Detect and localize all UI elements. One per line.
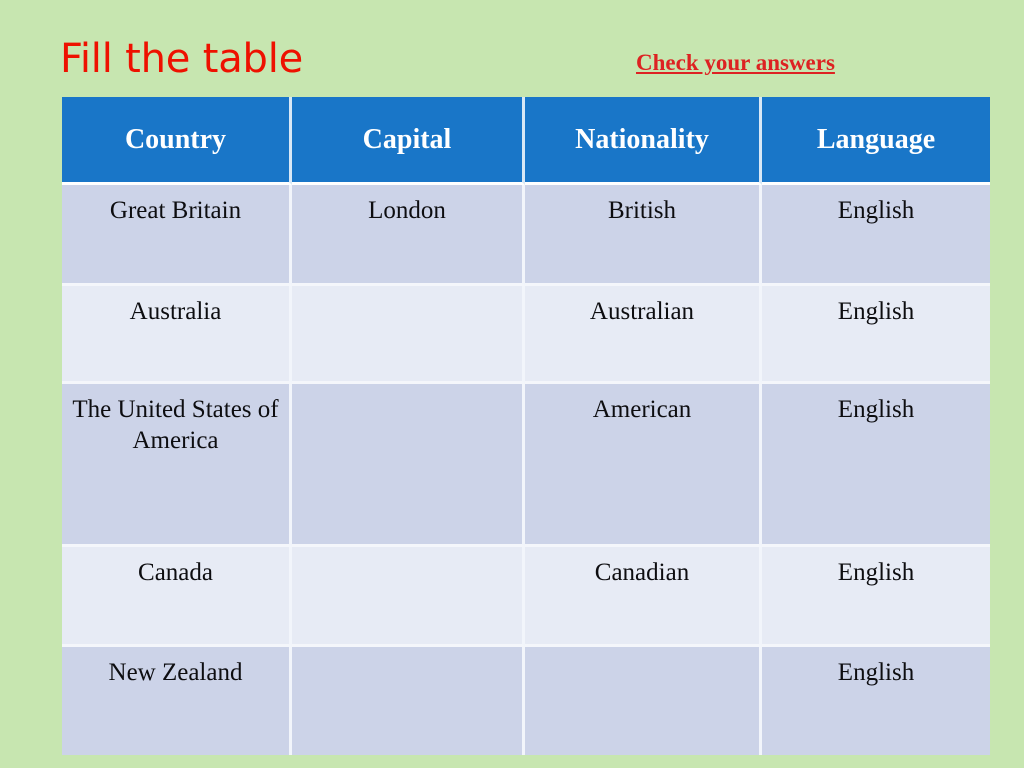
table-row: The United States of America American En… <box>62 384 990 547</box>
cell-country[interactable]: New Zealand <box>62 647 292 755</box>
column-header-language: Language <box>762 97 990 185</box>
cell-country[interactable]: Canada <box>62 547 292 647</box>
cell-language[interactable]: English <box>762 647 990 755</box>
cell-language[interactable]: English <box>762 384 990 547</box>
cell-capital[interactable]: London <box>292 185 525 286</box>
cell-nationality[interactable]: British <box>525 185 762 286</box>
cell-capital[interactable] <box>292 286 525 384</box>
cell-country[interactable]: The United States of America <box>62 384 292 547</box>
cell-capital[interactable] <box>292 547 525 647</box>
table-header-row: Country Capital Nationality Language <box>62 97 990 185</box>
cell-country[interactable]: Great Britain <box>62 185 292 286</box>
cell-nationality[interactable] <box>525 647 762 755</box>
table-row: Canada Canadian English <box>62 547 990 647</box>
column-header-nationality: Nationality <box>525 97 762 185</box>
cell-language[interactable]: English <box>762 547 990 647</box>
cell-language[interactable]: English <box>762 185 990 286</box>
cell-language[interactable]: English <box>762 286 990 384</box>
table-row: New Zealand English <box>62 647 990 755</box>
cell-capital[interactable] <box>292 384 525 547</box>
cell-nationality[interactable]: Canadian <box>525 547 762 647</box>
column-header-capital: Capital <box>292 97 525 185</box>
table-row: Great Britain London British English <box>62 185 990 286</box>
table-header: Country Capital Nationality Language <box>62 97 990 185</box>
column-header-country: Country <box>62 97 292 185</box>
country-info-table: Country Capital Nationality Language Gre… <box>62 97 990 755</box>
fill-the-table: Country Capital Nationality Language Gre… <box>62 97 990 755</box>
table-row: Australia Australian English <box>62 286 990 384</box>
cell-nationality[interactable]: Australian <box>525 286 762 384</box>
cell-capital[interactable] <box>292 647 525 755</box>
page-title: Fill the table <box>60 36 304 82</box>
slide-canvas: Fill the table Check your answers Countr… <box>0 0 1024 768</box>
cell-country[interactable]: Australia <box>62 286 292 384</box>
check-your-answers-link[interactable]: Check your answers <box>636 50 835 76</box>
table-body: Great Britain London British English Aus… <box>62 185 990 755</box>
cell-nationality[interactable]: American <box>525 384 762 547</box>
